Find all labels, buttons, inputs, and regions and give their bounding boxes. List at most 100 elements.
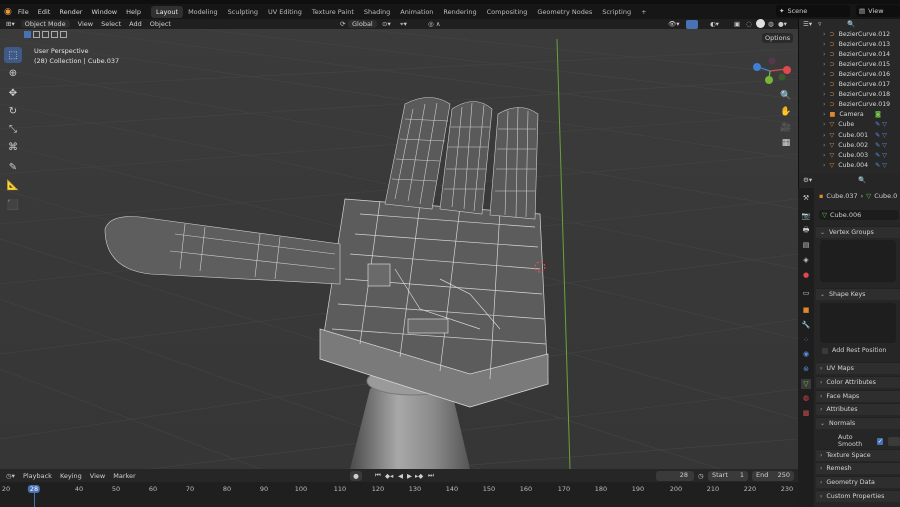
gizmo-toggle-icon[interactable] (686, 19, 698, 29)
panel-uv-maps[interactable]: › UV Maps (816, 362, 900, 374)
expand-arrow-icon[interactable]: › (823, 142, 825, 149)
play-icon[interactable]: ▶ (407, 472, 412, 480)
render-tab-icon[interactable]: 📷 (801, 211, 811, 221)
pivot-icon[interactable]: ⊙▾ (382, 20, 391, 28)
expand-arrow-icon[interactable]: › (823, 41, 825, 48)
outliner-filter-icon[interactable]: ▿ (818, 20, 821, 28)
panel-attributes[interactable]: › Attributes (816, 403, 900, 415)
menu-view[interactable]: View (78, 20, 93, 28)
panel-normals[interactable]: ⌄ Normals (816, 417, 900, 429)
properties-search-icon[interactable]: 🔍 (858, 176, 866, 184)
outliner-item[interactable]: › ⊃ BezierCurve.012 (799, 29, 900, 39)
shading-solid-icon[interactable] (756, 19, 765, 28)
panel-face-maps[interactable]: › Face Maps (816, 390, 900, 402)
expand-arrow-icon[interactable]: › (823, 132, 825, 139)
output-tab-icon[interactable]: 🖶 (801, 226, 811, 236)
tab-uv-editing[interactable]: UV Editing (263, 6, 307, 18)
tab-scripting[interactable]: Scripting (597, 6, 636, 18)
outliner-item[interactable]: › ▽ Cube.002 ✎ ▽ (799, 140, 900, 150)
outliner-item[interactable]: › ▽ Cube.001 ✎ ▽ (799, 130, 900, 140)
annotate-tool-icon[interactable]: ✎ (4, 159, 22, 175)
timeline-editor-icon[interactable]: ◷▾ (6, 472, 15, 480)
3d-viewport[interactable]: User Perspective (28) Collection | Cube.… (0, 29, 798, 469)
panel-geometry-data[interactable]: › Geometry Data (816, 476, 900, 488)
end-frame-field[interactable]: End 250 (752, 470, 794, 481)
shape-keys-list[interactable] (820, 303, 896, 343)
visibility-icon[interactable]: 👁▾ (668, 20, 680, 28)
cursor-tool-icon[interactable]: ⊕ (4, 65, 22, 81)
select-invert-icon[interactable] (51, 31, 58, 38)
tab-animation[interactable]: Animation (395, 6, 438, 18)
select-extend-icon[interactable] (33, 31, 40, 38)
scene-selector[interactable]: ✦ Scene (776, 5, 850, 17)
add-rest-position-row[interactable]: Add Rest Position (822, 347, 886, 354)
panel-custom-properties[interactable]: › Custom Properties (816, 490, 900, 502)
jump-start-icon[interactable]: ⏮ (375, 471, 381, 480)
pan-hand-icon[interactable]: ✋ (779, 105, 793, 119)
physics-tab-icon[interactable]: ◉ (801, 349, 811, 359)
menu-add[interactable]: Add (129, 20, 142, 28)
shading-rendered-icon[interactable]: ●▾ (778, 20, 787, 28)
panel-texture-space[interactable]: › Texture Space (816, 449, 900, 461)
tab-compositing[interactable]: Compositing (482, 6, 533, 18)
tab-shading[interactable]: Shading (359, 6, 395, 18)
tool-tab-icon[interactable]: ⚒ (801, 193, 811, 203)
menu-window[interactable]: Window (91, 8, 117, 16)
timeline-keying-menu[interactable]: Keying (60, 472, 82, 480)
world-tab-icon[interactable]: ● (801, 270, 811, 280)
modifier-tab-icon[interactable]: 🔧 (801, 320, 811, 330)
particles-tab-icon[interactable]: ⁘ (801, 335, 811, 345)
outliner-item[interactable]: › ▽ Cube.003 ✎ ▽ (799, 150, 900, 160)
outliner-item[interactable]: › ⊃ BezierCurve.016 (799, 69, 900, 79)
outliner-item[interactable]: › ■ Camera ◙ (799, 110, 900, 120)
prev-keyframe-icon[interactable]: ◆◂ (385, 472, 393, 480)
expand-arrow-icon[interactable]: › (823, 162, 825, 169)
menu-file[interactable]: File (18, 8, 29, 16)
material-tab-icon[interactable]: ◍ (801, 393, 811, 403)
object-tab-icon[interactable]: ■ (801, 305, 811, 315)
select-mode-group[interactable] (24, 31, 67, 38)
menu-help[interactable]: Help (126, 8, 141, 16)
zoom-icon[interactable]: 🔍 (779, 89, 793, 103)
panel-shape-keys[interactable]: ⌄ Shape Keys (816, 288, 900, 300)
blender-logo-icon[interactable]: ◉ (4, 7, 12, 17)
menu-select[interactable]: Select (101, 20, 121, 28)
tab-texture-paint[interactable]: Texture Paint (307, 6, 359, 18)
constraints-tab-icon[interactable]: ⊛ (801, 364, 811, 374)
outliner-item[interactable]: › ▽ Cube ✎ ▽ (799, 120, 900, 130)
timeline-view-menu[interactable]: View (90, 472, 105, 480)
mode-selector[interactable]: Object Mode (20, 20, 70, 28)
outliner-item[interactable]: › ⊃ BezierCurve.018 (799, 90, 900, 100)
camera-data-icon[interactable]: ◙ (875, 111, 881, 118)
add-cube-tool-icon[interactable]: ⬛ (4, 197, 22, 213)
expand-arrow-icon[interactable]: › (823, 91, 825, 98)
outliner-item[interactable]: › ⊃ BezierCurve.017 (799, 80, 900, 90)
select-new-icon[interactable] (24, 31, 31, 38)
auto-smooth-checkbox[interactable]: ✓ (877, 437, 884, 445)
outliner-item[interactable]: › ▽ Cube.004 ✎ ▽ (799, 160, 900, 170)
current-frame-field[interactable]: 28 (656, 470, 694, 481)
snap-icon[interactable]: ⌖▾ (400, 20, 407, 29)
tab-modeling[interactable]: Modeling (183, 6, 223, 18)
start-frame-field[interactable]: Start 1 (708, 470, 748, 481)
auto-smooth-angle-field[interactable] (888, 436, 900, 446)
tab-layout[interactable]: Layout (150, 5, 184, 18)
gizmo-y-handle[interactable] (765, 76, 773, 84)
panel-color-attributes[interactable]: › Color Attributes (816, 376, 900, 388)
move-tool-icon[interactable]: ✥ (4, 85, 22, 101)
expand-arrow-icon[interactable]: › (823, 71, 825, 78)
tab-geometry-nodes[interactable]: Geometry Nodes (532, 6, 597, 18)
scene-tab-icon[interactable]: ◈ (801, 255, 811, 265)
expand-arrow-icon[interactable]: › (823, 51, 825, 58)
texture-tab-icon[interactable]: ▩ (801, 408, 811, 418)
orientation-selector[interactable]: Global (348, 20, 377, 28)
vertex-groups-list[interactable] (820, 240, 896, 282)
add-rest-position-checkbox[interactable] (822, 347, 828, 354)
expand-arrow-icon[interactable]: › (823, 81, 825, 88)
gizmo-x-handle[interactable] (783, 66, 791, 74)
scale-tool-icon[interactable]: ⤡ (4, 121, 22, 137)
modifier-and-mesh-data-icon[interactable]: ✎ ▽ (875, 121, 887, 128)
timeline-ruler[interactable]: 20 28 40 50 60 70 80 90 100 110 120 130 … (0, 482, 798, 507)
modifier-and-mesh-data-icon[interactable]: ✎ ▽ (875, 162, 887, 169)
expand-arrow-icon[interactable]: › (823, 31, 825, 38)
